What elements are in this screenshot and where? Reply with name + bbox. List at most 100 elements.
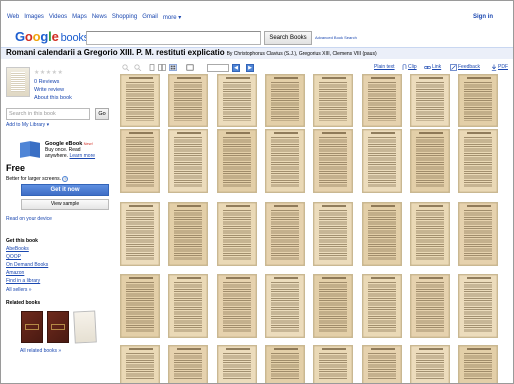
clip-link[interactable]: Clip — [408, 64, 417, 70]
write-review-link[interactable]: Write review — [34, 87, 64, 93]
fullscreen-icon[interactable] — [186, 64, 194, 71]
page-thumbnail[interactable] — [217, 345, 257, 383]
books-search-input[interactable] — [86, 31, 261, 45]
page-thumbnail[interactable] — [362, 345, 402, 383]
buy-link-abebooks[interactable]: AbeBooks — [6, 246, 29, 252]
book-cover-thumbnail[interactable] — [6, 67, 30, 97]
page-thumbnail[interactable] — [362, 202, 402, 266]
page-thumbnail[interactable] — [168, 129, 208, 193]
page-thumbnail[interactable] — [168, 202, 208, 266]
page-thumbnail[interactable] — [410, 202, 450, 266]
page-thumbnail[interactable] — [217, 74, 257, 127]
page-thumbnail[interactable] — [120, 202, 160, 266]
logo-letter: o — [24, 29, 33, 44]
page-text-block — [271, 209, 299, 260]
buy-link-amazon[interactable]: Amazon — [6, 270, 24, 276]
page-text-block — [416, 281, 444, 332]
page-header-line — [274, 348, 298, 350]
learn-more-link[interactable]: Learn more — [69, 153, 95, 159]
buy-link-on-demand[interactable]: On Demand Books — [6, 262, 48, 268]
nav-news[interactable]: News — [92, 14, 107, 24]
search-books-button[interactable]: Search Books — [264, 31, 312, 45]
nav-web[interactable]: Web — [7, 14, 19, 24]
get-it-now-button[interactable]: Get it now — [21, 184, 109, 196]
page-thumbnail[interactable] — [217, 129, 257, 193]
page-header-line — [177, 77, 201, 79]
view-sample-button[interactable]: View sample — [21, 199, 109, 210]
page-thumbnail[interactable] — [265, 202, 305, 266]
nav-images[interactable]: Images — [24, 14, 44, 24]
page-number-input[interactable] — [207, 64, 229, 72]
feedback-link[interactable]: Feedback — [458, 64, 480, 70]
zoom-out-icon[interactable] — [122, 64, 130, 71]
previous-page-button[interactable]: ◀ — [232, 64, 240, 72]
all-sellers-link[interactable]: All sellers » — [6, 287, 32, 293]
page-thumbnail[interactable] — [313, 74, 353, 127]
reviews-link[interactable]: 0 Reviews — [34, 79, 59, 85]
read-on-device-link[interactable]: Read on your device — [6, 216, 52, 222]
sign-in-link[interactable]: Sign in — [473, 14, 493, 20]
related-book-thumbnail[interactable] — [47, 311, 69, 343]
page-text-block — [223, 209, 251, 260]
rating-stars[interactable]: ★★★★★ — [34, 69, 63, 76]
advanced-search-link[interactable]: Advanced Book Search — [315, 35, 357, 40]
page-thumbnail[interactable] — [265, 129, 305, 193]
link-link[interactable]: Link — [432, 64, 441, 70]
zoom-in-icon[interactable] — [134, 64, 142, 71]
next-page-button[interactable]: ▶ — [246, 64, 254, 72]
page-thumbnail[interactable] — [120, 274, 160, 338]
page-text-block — [319, 352, 347, 379]
page-thumbnail[interactable] — [313, 129, 353, 193]
page-thumbnail[interactable] — [458, 74, 498, 127]
page-thumbnail[interactable] — [313, 345, 353, 383]
page-thumbnail[interactable] — [120, 345, 160, 383]
page-thumbnail[interactable] — [168, 345, 208, 383]
page-thumbnail[interactable] — [217, 274, 257, 338]
page-header-line — [371, 77, 395, 79]
page-thumbnail[interactable] — [458, 129, 498, 193]
page-thumbnail[interactable] — [362, 129, 402, 193]
page-thumbnail[interactable] — [410, 74, 450, 127]
nav-more[interactable]: more ▾ — [163, 14, 181, 24]
page-thumbnail[interactable] — [217, 202, 257, 266]
help-icon[interactable]: ? — [62, 176, 69, 182]
page-thumbnail[interactable] — [410, 129, 450, 193]
page-thumbnail[interactable] — [410, 274, 450, 338]
thumbnail-view-icon[interactable] — [169, 64, 177, 71]
pdf-link[interactable]: PDF — [498, 64, 508, 70]
add-to-library-link[interactable]: Add to My Library ▾ — [6, 122, 49, 128]
page-thumbnail[interactable] — [168, 74, 208, 127]
about-book-link[interactable]: About this book — [34, 95, 72, 101]
related-book-thumbnail[interactable] — [21, 311, 43, 343]
nav-maps[interactable]: Maps — [72, 14, 87, 24]
google-books-logo[interactable]: Google books — [15, 29, 89, 44]
buy-link-qoop[interactable]: QOOP — [6, 254, 21, 260]
page-thumbnail[interactable] — [410, 345, 450, 383]
page-thumbnail[interactable] — [120, 74, 160, 127]
page-thumbnail[interactable] — [458, 345, 498, 383]
page-thumbnail[interactable] — [265, 345, 305, 383]
page-thumbnail[interactable] — [120, 129, 160, 193]
nav-videos[interactable]: Videos — [49, 14, 67, 24]
plain-text-link[interactable]: Plain text — [374, 64, 395, 70]
two-page-icon[interactable] — [158, 64, 166, 71]
related-book-thumbnail[interactable] — [73, 310, 97, 344]
page-thumbnail[interactable] — [313, 274, 353, 338]
nav-shopping[interactable]: Shopping — [112, 14, 137, 24]
search-in-book-input[interactable]: Search in this book — [6, 108, 90, 120]
page-thumbnail[interactable] — [265, 74, 305, 127]
all-related-books-link[interactable]: All related books » — [20, 348, 61, 354]
page-thumbnail[interactable] — [458, 202, 498, 266]
page-thumbnail[interactable] — [313, 202, 353, 266]
page-thumbnail[interactable] — [458, 274, 498, 338]
book-band — [25, 324, 39, 330]
page-thumbnail[interactable] — [362, 74, 402, 127]
page-thumbnail[interactable] — [362, 274, 402, 338]
nav-gmail[interactable]: Gmail — [142, 14, 158, 24]
page-thumbnail[interactable] — [265, 274, 305, 338]
go-button[interactable]: Go — [95, 108, 109, 120]
one-page-icon[interactable] — [148, 64, 156, 71]
find-in-library-link[interactable]: Find in a library — [6, 278, 40, 284]
page-header-line — [129, 205, 153, 207]
page-thumbnail[interactable] — [168, 274, 208, 338]
